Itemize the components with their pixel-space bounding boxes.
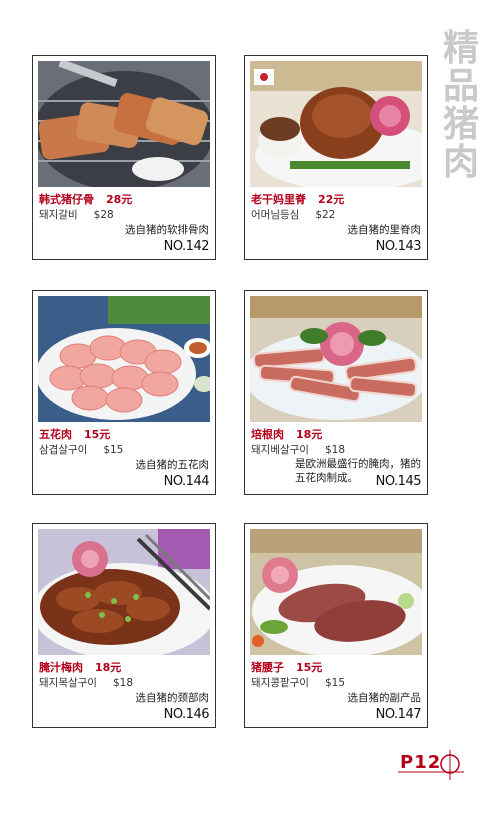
- dish-description: 选自猪的副产品: [347, 692, 422, 704]
- dish-photo: [250, 61, 422, 187]
- dish-photo: [250, 296, 422, 422]
- dish-description: 选自猪的五花肉: [135, 459, 210, 471]
- dish-name-row: 韩式猪仔骨 28元: [39, 191, 132, 207]
- dish-name-korean: 돼지갈비: [39, 209, 78, 221]
- dish-name-korean: 어머님등심: [251, 209, 300, 221]
- dish-price-usd: $18: [112, 677, 134, 689]
- section-title-char: 精: [442, 28, 479, 69]
- section-title-char: 肉: [442, 142, 479, 183]
- dish-photo: [38, 296, 210, 422]
- dish-name-korean: 돼지콩팥구이: [251, 677, 309, 689]
- dish-photo: [38, 529, 210, 655]
- dish-name-row: 老干妈里脊 22元: [251, 191, 344, 207]
- dish-name: 老干妈里脊: [251, 193, 306, 206]
- dish-description: 选自猪的软排骨肉: [125, 224, 209, 236]
- dish-name: 猪腰子: [251, 661, 284, 674]
- menu-item-card[interactable]: 猪腰子 15元 돼지콩팥구이 $15 选自猪的副产品 NO.147: [244, 523, 428, 728]
- dish-price-usd: $28: [93, 209, 114, 221]
- dish-name: 培根肉: [251, 428, 284, 441]
- dish-name: 五花肉: [39, 428, 72, 441]
- dish-number: NO.146: [163, 707, 210, 722]
- dish-name-row: 猪腰子 15元: [251, 659, 322, 675]
- korean-row: 돼지갈비 $28: [39, 207, 114, 222]
- section-title-char: 品: [442, 66, 479, 107]
- menu-item-card[interactable]: 老干妈里脊 22元 어머님등심 $22 选自猪的里脊肉 NO.143: [244, 55, 428, 260]
- menu-item-card[interactable]: 培根肉 18元 돼지베살구이 $18 是欧洲最盛行的腌肉，猪的五花肉制成。 NO.1…: [244, 290, 428, 495]
- menu-item-card[interactable]: 韩式猪仔骨 28元 돼지갈비 $28 选自猪的软排骨肉 NO.142: [32, 55, 216, 260]
- section-title: 精 品 猪 肉: [440, 30, 482, 182]
- dish-name-row: 腌汁梅肉 18元: [39, 659, 121, 675]
- dish-number: NO.147: [375, 707, 422, 722]
- korean-row: 삼겹살구이 $15: [39, 442, 123, 457]
- dish-name-row: 五花肉 15元: [39, 426, 110, 442]
- dish-name-row: 培根肉 18元: [251, 426, 322, 442]
- korean-row: 어머님등심 $22: [251, 207, 335, 222]
- dish-photo: [250, 529, 422, 655]
- dish-description: 选自猪的颈部肉: [135, 692, 210, 704]
- dish-description: 选自猪的里脊肉: [347, 224, 422, 236]
- dish-price-usd: $18: [324, 444, 346, 456]
- dish-price-usd: $22: [315, 209, 336, 221]
- dish-photo: [38, 61, 210, 187]
- dish-name-korean: 돼지베살구이: [251, 444, 309, 456]
- dish-number: NO.142: [163, 239, 210, 254]
- dish-price-cny: 15元: [84, 428, 111, 441]
- korean-row: 돼지베살구이 $18: [251, 442, 345, 457]
- dish-name: 腌汁梅肉: [39, 661, 83, 674]
- dish-number: NO.144: [163, 474, 210, 489]
- menu-item-card[interactable]: 五花肉 15元 삼겹살구이 $15 选自猪的五花肉 NO.144: [32, 290, 216, 495]
- dish-price-cny: 18元: [95, 661, 122, 674]
- dish-name-korean: 돼지목살구이: [39, 677, 97, 689]
- dish-price-cny: 22元: [318, 193, 345, 206]
- dish-price-cny: 28元: [106, 193, 133, 206]
- section-title-char: 猪: [442, 104, 479, 145]
- dish-number: NO.143: [375, 239, 422, 254]
- korean-row: 돼지콩팥구이 $15: [251, 675, 345, 690]
- dish-price-cny: 15元: [296, 661, 323, 674]
- menu-item-card[interactable]: 腌汁梅肉 18元 돼지목살구이 $18 选自猪的颈部肉 NO.146: [32, 523, 216, 728]
- dish-name-korean: 삼겹살구이: [39, 444, 88, 456]
- dish-price-cny: 18元: [296, 428, 323, 441]
- dish-number: NO.145: [375, 474, 422, 489]
- dish-price-usd: $15: [324, 677, 346, 689]
- dish-price-usd: $15: [103, 444, 124, 456]
- dish-name: 韩式猪仔骨: [39, 193, 94, 206]
- korean-row: 돼지목살구이 $18: [39, 675, 133, 690]
- page-number: P12: [398, 750, 464, 780]
- page-number-text: P12: [400, 752, 442, 773]
